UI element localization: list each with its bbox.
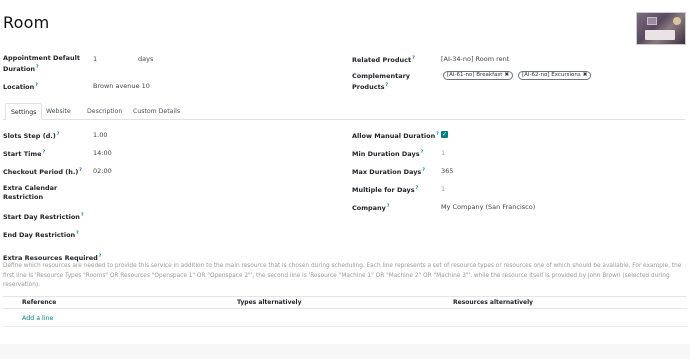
help-icon[interactable]: ? [386, 83, 389, 88]
location-input[interactable]: Brown avenue 10 [93, 82, 150, 91]
tag-remove-icon[interactable]: ✖ [504, 72, 509, 78]
min-duration-input[interactable]: 1 [441, 149, 445, 158]
resources-table-footer [3, 326, 687, 327]
min-duration-label: Min Duration Days? [352, 150, 424, 159]
column-header-types[interactable]: Types alternatively [237, 297, 302, 308]
max-duration-label: Max Duration Days? [352, 168, 425, 177]
bottom-bar [0, 344, 690, 359]
appointment-duration-label: Appointment Default Duration? [3, 54, 80, 74]
help-icon[interactable]: ? [76, 231, 79, 236]
record-image[interactable] [636, 12, 686, 45]
location-label: Location? [3, 83, 38, 92]
complementary-products-label: Complementary Products? [352, 72, 411, 92]
tab-description[interactable]: Description [82, 103, 127, 120]
start-time-label: Start Time? [3, 150, 46, 159]
page-title: Room [3, 13, 50, 32]
slots-step-label: Slots Step (d.)? [3, 132, 60, 141]
complementary-tag[interactable]: [AI-62-no] Excursions ✖ [518, 71, 592, 80]
tab-website[interactable]: Website [41, 103, 76, 120]
allow-manual-duration-label: Allow Manual Duration? [352, 132, 439, 141]
multiple-days-label: Multiple for Days? [352, 186, 419, 195]
allow-manual-duration-checkbox[interactable]: ✓ [441, 131, 448, 138]
tag-remove-icon[interactable]: ✖ [583, 72, 588, 78]
image-lamp-detail [673, 17, 681, 25]
max-duration-input[interactable]: 365 [441, 167, 453, 176]
help-icon[interactable]: ? [57, 132, 60, 137]
related-product-label: Related Product? [352, 56, 415, 65]
company-input[interactable]: My Company (San Francisco) [441, 203, 535, 212]
notebook-tabs: Settings Website Description Custom Deta… [3, 103, 685, 120]
tab-settings[interactable]: Settings [5, 103, 43, 120]
slots-step-input[interactable]: 1.00 [93, 131, 107, 140]
help-icon[interactable]: ? [416, 186, 419, 191]
start-time-input[interactable]: 14:00 [93, 149, 112, 158]
end-day-restriction-label: End Day Restriction? [3, 231, 79, 240]
appointment-duration-input[interactable]: 1 [93, 55, 97, 64]
help-icon[interactable]: ? [99, 254, 102, 259]
checkout-period-label: Checkout Period (h.)? [3, 168, 82, 177]
column-header-reference[interactable]: Reference [22, 297, 56, 308]
help-icon[interactable]: ? [79, 168, 82, 173]
add-line-button[interactable]: Add a line [22, 315, 53, 322]
help-icon[interactable]: ? [81, 213, 84, 218]
help-icon[interactable]: ? [43, 150, 46, 155]
resources-table-header: Reference Types alternatively Resources … [3, 296, 687, 309]
company-label: Company? [352, 204, 390, 213]
help-icon[interactable]: ? [35, 83, 38, 88]
related-product-input[interactable]: [AI-34-no] Room rent [441, 55, 509, 64]
help-icon[interactable]: ? [436, 132, 439, 137]
tab-custom-details[interactable]: Custom Details [128, 103, 185, 120]
help-icon[interactable]: ? [387, 204, 390, 209]
multiple-days-input[interactable]: 1 [441, 185, 445, 194]
start-day-restriction-label: Start Day Restriction? [3, 213, 84, 222]
image-bed-detail [645, 30, 675, 40]
help-icon[interactable]: ? [412, 56, 415, 61]
complementary-tag[interactable]: [AI-61-no] Breakfast ✖ [443, 71, 514, 80]
help-icon[interactable]: ? [422, 168, 425, 173]
image-frame-detail [647, 17, 657, 25]
checkout-period-input[interactable]: 02:00 [93, 167, 112, 176]
extra-resources-description: Define which resources are needed to pro… [3, 263, 682, 288]
help-icon[interactable]: ? [421, 150, 424, 155]
column-header-resources[interactable]: Resources alternatively [453, 297, 533, 308]
extra-calendar-restriction-label: Extra Calendar Restriction [3, 184, 58, 201]
appointment-duration-unit: days [138, 55, 154, 63]
help-icon[interactable]: ? [36, 65, 39, 70]
